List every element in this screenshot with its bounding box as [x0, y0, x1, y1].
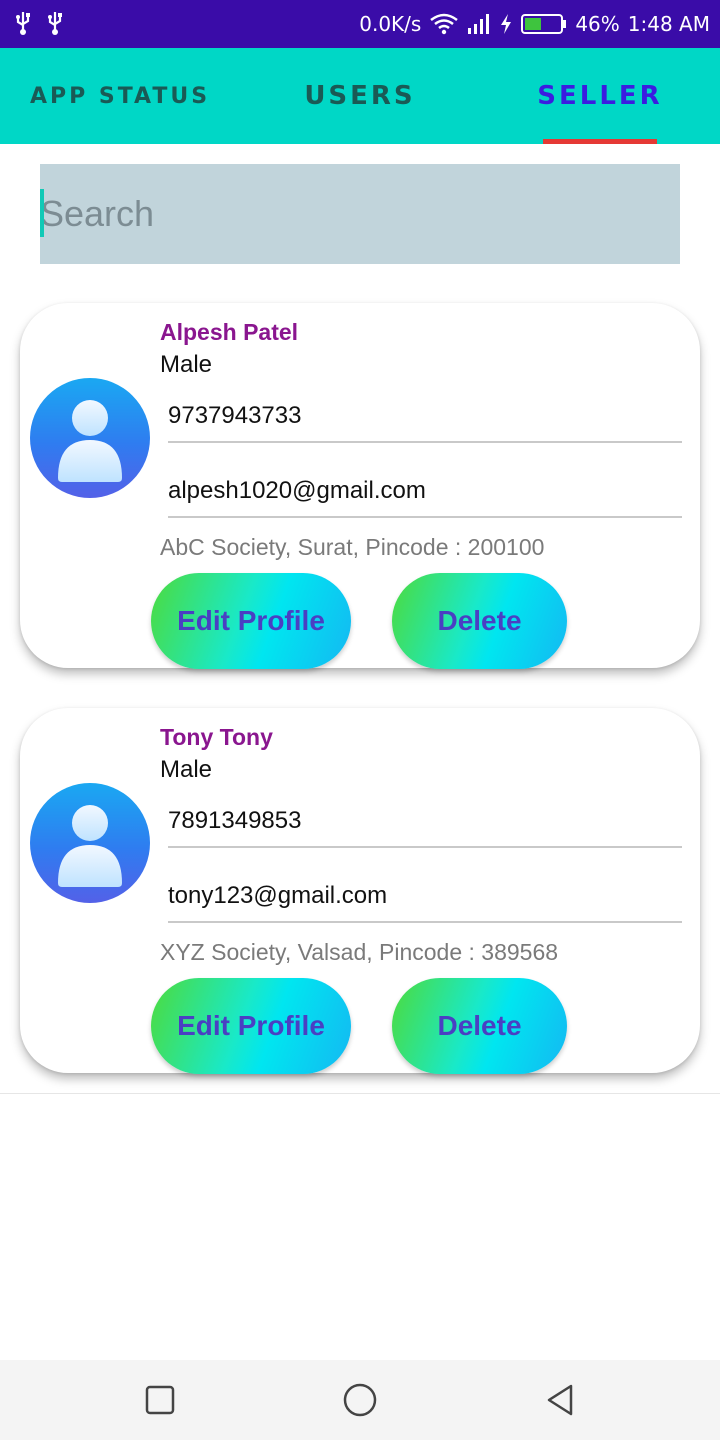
tab-app-status[interactable]: APP STATUS	[0, 48, 240, 144]
charging-icon	[501, 14, 512, 34]
back-button[interactable]	[540, 1380, 580, 1420]
search-box	[40, 164, 680, 264]
text-cursor	[40, 189, 44, 237]
list-divider	[0, 1093, 720, 1094]
delete-button[interactable]: Delete	[392, 573, 567, 669]
email-field: alpesh1020@gmail.com	[168, 466, 682, 518]
status-bar: 0.0K/s 46% 1:48 AM	[0, 0, 720, 48]
screen: 0.0K/s 46% 1:48 AM APP STATUS USERS SELL…	[0, 0, 720, 1440]
tab-indicator	[543, 139, 657, 144]
home-button[interactable]	[340, 1380, 380, 1420]
recent-apps-button[interactable]	[140, 1380, 180, 1420]
seller-gender: Male	[160, 756, 213, 783]
tab-bar: APP STATUS USERS SELLER	[0, 48, 720, 144]
tab-seller[interactable]: SELLER	[480, 48, 720, 144]
usb-icon	[48, 12, 62, 35]
edit-profile-button[interactable]: Edit Profile	[151, 573, 351, 669]
battery-icon	[521, 13, 567, 35]
signal-icon	[468, 14, 490, 34]
seller-card: Alpesh Patel Male 9737943733 alpesh1020@…	[20, 303, 700, 669]
avatar	[30, 783, 150, 903]
recent-apps-icon	[145, 1385, 175, 1415]
edit-profile-button[interactable]: Edit Profile	[151, 978, 351, 1074]
usb-icon	[16, 12, 30, 35]
seller-address: AbC Society, Surat, Pincode : 200100	[160, 534, 545, 560]
user-avatar-icon	[58, 805, 122, 887]
battery-percent: 46%	[575, 12, 620, 36]
phone-field: 9737943733	[168, 391, 682, 443]
back-icon	[547, 1384, 573, 1416]
wifi-icon	[430, 13, 459, 35]
email-field: tony123@gmail.com	[168, 871, 682, 923]
seller-address: XYZ Society, Valsad, Pincode : 389568	[160, 939, 559, 965]
search-input[interactable]	[40, 164, 680, 264]
seller-name: Tony Tony	[160, 724, 273, 750]
user-avatar-icon	[58, 400, 122, 482]
seller-name: Alpesh Patel	[160, 319, 299, 345]
navigation-bar	[0, 1360, 720, 1440]
phone-field: 7891349853	[168, 796, 682, 848]
avatar	[30, 378, 150, 498]
tab-users[interactable]: USERS	[240, 48, 480, 144]
status-right: 0.0K/s 46% 1:48 AM	[359, 0, 710, 48]
clock: 1:48 AM	[627, 12, 710, 36]
home-icon	[343, 1383, 377, 1417]
network-speed: 0.0K/s	[359, 12, 422, 36]
seller-card: Tony Tony Male 7891349853 tony123@gmail.…	[20, 708, 700, 1074]
seller-gender: Male	[160, 351, 213, 378]
delete-button[interactable]: Delete	[392, 978, 567, 1074]
status-left-icons	[12, 10, 66, 36]
